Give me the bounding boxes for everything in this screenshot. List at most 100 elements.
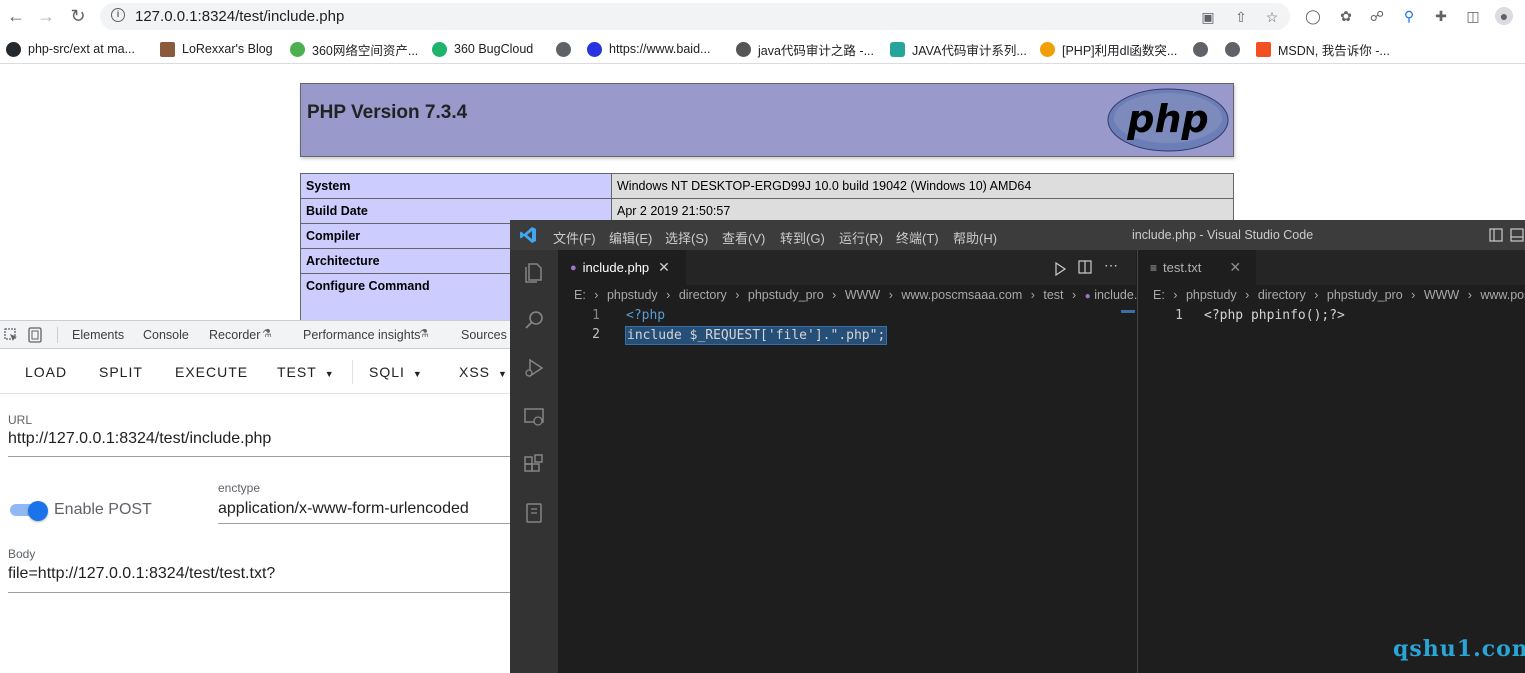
menu-terminal[interactable]: 终端(T) [896,228,939,247]
notebook-icon[interactable] [522,501,546,525]
breadcrumb-item[interactable]: phpstudy [1186,288,1237,302]
test-dropdown-button[interactable]: TEST ▼ [277,364,335,380]
remote-explorer-icon[interactable] [522,405,546,429]
extension-globe-icon[interactable]: ✿ [1337,7,1355,25]
breadcrumb-item[interactable]: directory [679,288,727,302]
profile-avatar-icon[interactable]: ● [1495,7,1513,25]
extension-pin-icon[interactable]: ⚲ [1400,7,1418,25]
bookmark-item[interactable]: java代码审计之路 -... [736,40,874,58]
menu-help[interactable]: 帮助(H) [953,228,997,247]
bookmark-item[interactable] [1193,40,1215,58]
xss-dropdown-button[interactable]: XSS ▼ [459,364,508,380]
enctype-select[interactable]: application/x-www-form-urlencoded [218,500,469,518]
activity-bar [510,250,558,673]
split-editor-icon[interactable] [1078,260,1092,274]
bookmark-item[interactable] [556,40,578,58]
code-line-selected[interactable]: include $_REQUEST['file'].".php"; [625,326,888,345]
editor-group-left: ● include.php ✕ ⋯ E: › phpstudy › direct… [558,250,1147,673]
bookmark-item[interactable]: MSDN, 我告诉你 -... [1256,40,1390,58]
extensions-puzzle-icon[interactable]: ✚ [1432,7,1450,25]
breadcrumb-item[interactable]: WWW [1424,288,1459,302]
breadcrumb-item[interactable]: www.poscmsaaa.com [901,288,1022,302]
bookmark-item[interactable]: 360 BugCloud [432,40,533,58]
chevron-right-icon: › [1245,288,1250,302]
search-icon[interactable] [522,308,546,332]
tab-console[interactable]: Console [143,328,189,342]
device-toggle-icon[interactable] [28,327,42,343]
split-button[interactable]: SPLIT [99,364,143,380]
menu-run[interactable]: 运行(R) [839,228,883,247]
forward-arrow-icon[interactable]: → [34,5,58,29]
run-file-icon[interactable] [1051,261,1067,277]
bookmark-item[interactable]: LoRexxar's Blog [160,40,273,58]
bookmark-label: php-src/ext at ma... [28,42,135,56]
test-label: TEST [277,364,317,380]
bookmark-item[interactable]: JAVA代码审计系列... [890,40,1027,58]
bookmark-item[interactable] [1225,40,1247,58]
sqli-label: SQLI [369,364,405,380]
share-icon[interactable]: ⇧ [1232,8,1250,26]
bookmark-label: [PHP]利用dl函数突... [1062,43,1178,58]
body-field[interactable]: file=http://127.0.0.1:8324/test/test.txt… [8,565,275,583]
breadcrumb-item[interactable]: www.poscn [1480,288,1525,302]
site-info-icon[interactable]: i [111,8,125,22]
breadcrumb: E: › phpstudy › directory › phpstudy_pro… [574,288,1147,302]
menu-go[interactable]: 转到(G) [780,228,825,247]
load-button[interactable]: LOAD [25,364,67,380]
breadcrumb-item[interactable]: phpstudy [607,288,658,302]
address-bar[interactable]: i 127.0.0.1:8324/test/include.php ▣ ⇧ ☆ [100,3,1290,30]
url-field[interactable]: http://127.0.0.1:8324/test/include.php [8,430,271,448]
close-icon[interactable]: ✕ [658,259,670,276]
address-bar-url[interactable]: 127.0.0.1:8324/test/include.php [135,8,344,25]
bookmark-item[interactable]: [PHP]利用dl函数突... [1040,40,1177,58]
menu-file[interactable]: 文件(F) [553,228,596,247]
bookmarks-bar: php-src/ext at ma... LoRexxar's Blog 360… [0,33,1525,64]
close-icon[interactable]: ✕ [1229,259,1241,276]
breadcrumb-item[interactable]: E: [1153,288,1165,302]
extensions-icon[interactable] [522,453,546,477]
caret-down-icon: ▼ [498,369,508,379]
execute-button[interactable]: EXECUTE [175,364,248,380]
breadcrumb-item[interactable]: directory [1258,288,1306,302]
menu-view[interactable]: 查看(V) [722,228,765,247]
extension-link-icon[interactable]: ☍ [1368,7,1386,25]
breadcrumb-item[interactable]: WWW [845,288,880,302]
toggle-sidebar-icon[interactable] [1489,228,1503,242]
bookmark-star-icon[interactable]: ☆ [1263,8,1281,26]
bookmark-item[interactable]: https://www.baid... [587,40,710,58]
menu-edit[interactable]: 编辑(E) [609,228,652,247]
bookmark-item[interactable]: 360网络空间资产... [290,40,418,58]
breadcrumb-item[interactable]: phpstudy_pro [748,288,824,302]
menu-selection[interactable]: 选择(S) [665,228,708,247]
javaaudit-icon [736,41,751,57]
inspect-element-icon[interactable] [4,328,18,342]
tab-elements[interactable]: Elements [72,328,124,342]
tab-performance-insights[interactable]: Performance insights [303,328,420,342]
sqli-dropdown-button[interactable]: SQLI ▼ [369,364,423,380]
toggle-panel-icon[interactable] [1510,228,1524,242]
tab-label: test.txt [1163,260,1202,275]
bookmark-item[interactable]: php-src/ext at ma... [6,40,135,58]
code-line[interactable]: <?php phpinfo();?> [1204,308,1345,323]
side-panel-icon[interactable]: ◫ [1464,7,1482,25]
translate-icon[interactable]: ▣ [1199,8,1217,26]
breadcrumb-item[interactable]: phpstudy_pro [1327,288,1403,302]
run-debug-icon[interactable] [522,356,546,380]
breadcrumb-item[interactable]: test [1043,288,1063,302]
explorer-files-icon[interactable] [522,260,546,284]
code-line[interactable]: <?php [626,308,665,323]
enable-post-toggle[interactable] [10,501,48,521]
divider [57,327,58,343]
devtools-panel: Elements Console Recorder ⚗ Performance … [0,320,512,673]
reload-icon[interactable]: ↻ [66,5,90,29]
more-actions-icon[interactable]: ⋯ [1104,257,1118,274]
tab-include-php[interactable]: ● include.php ✕ [558,250,686,285]
back-arrow-icon[interactable]: ← [4,5,28,29]
breadcrumb-item[interactable]: E: [574,288,586,302]
globe-icon [556,41,571,57]
chevron-right-icon: › [832,288,837,302]
tab-test-txt[interactable]: ≡ test.txt ✕ [1138,250,1256,285]
extension-circle-icon[interactable]: ◯ [1304,7,1322,25]
tab-recorder[interactable]: Recorder [209,328,260,342]
tab-sources[interactable]: Sources [461,328,507,342]
